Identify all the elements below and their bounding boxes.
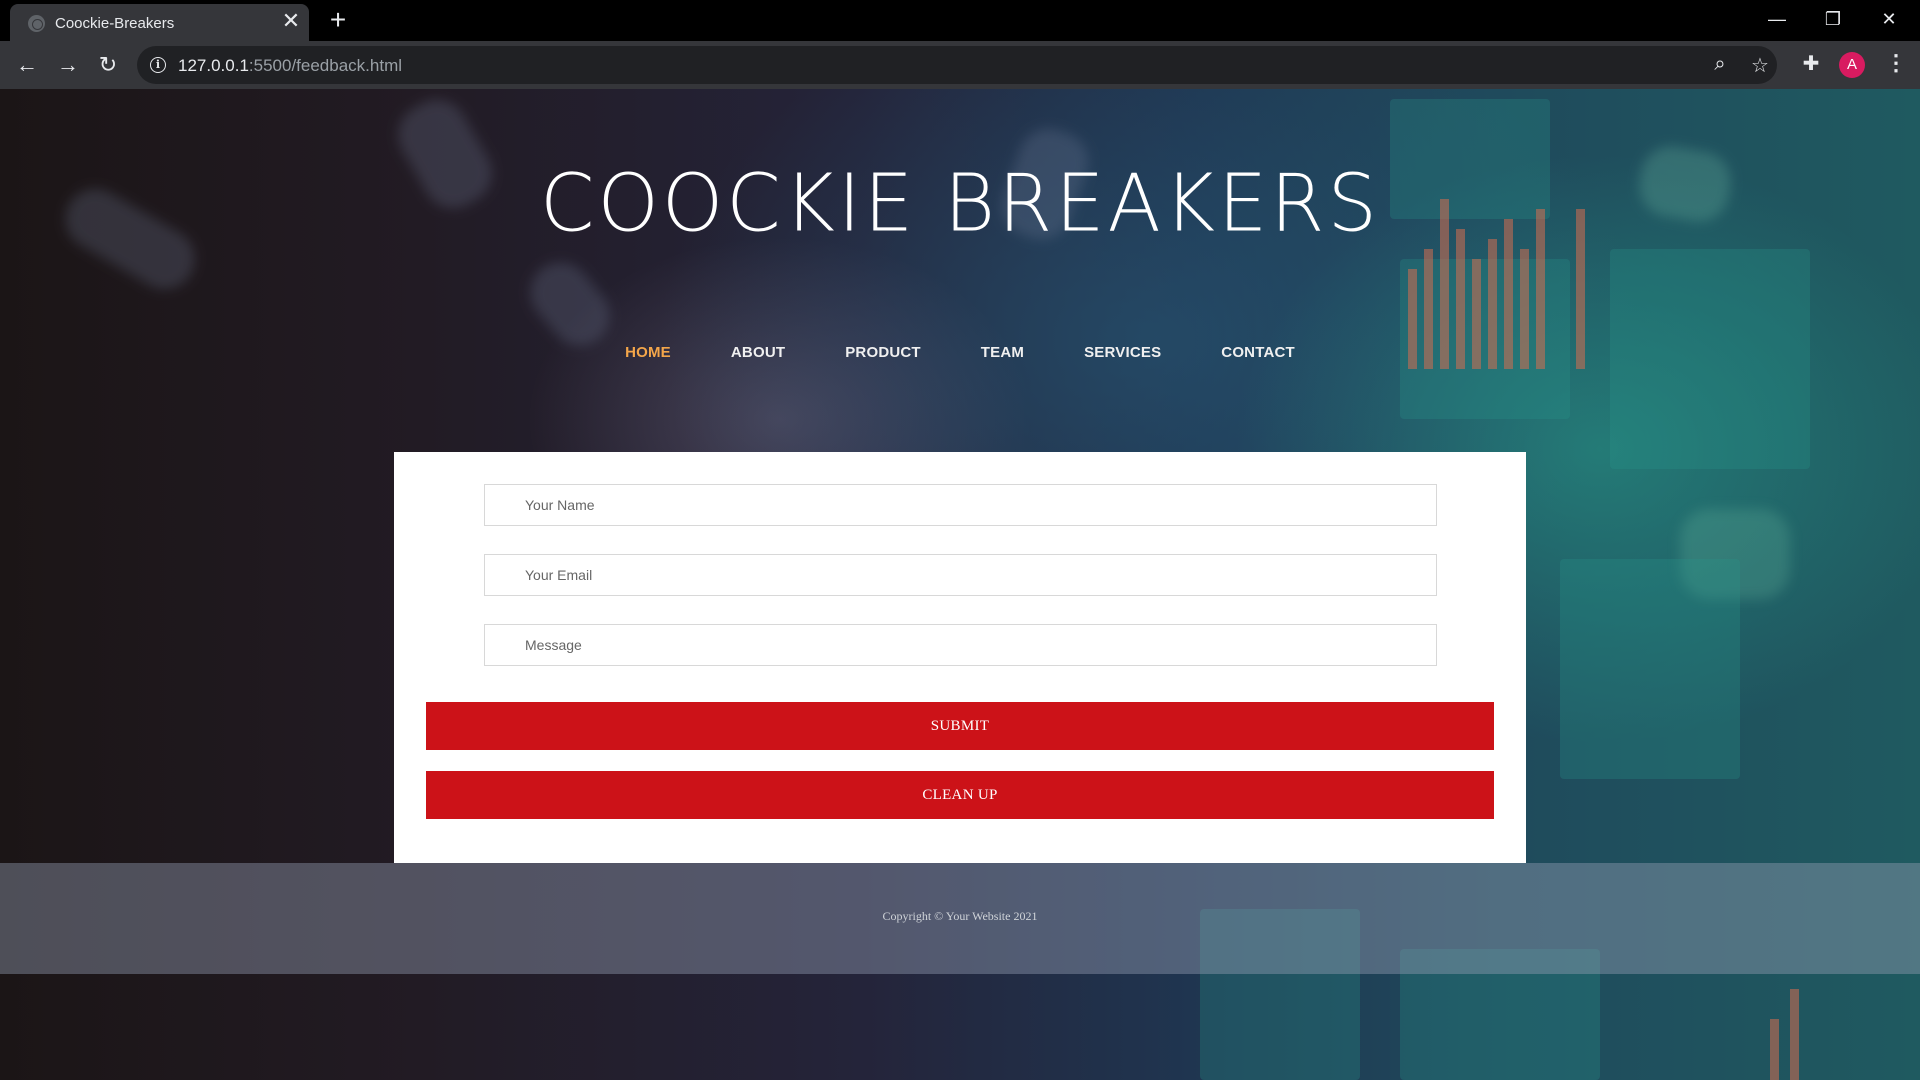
- page-viewport: COOCKIE BREAKERS HOME ABOUT PRODUCT TEAM SER…: [0, 89, 1920, 1080]
- url-host: 127.0.0.1: [178, 56, 249, 75]
- browser-tab-strip: Coockie-Breakers ✕ + — ❐ ✕: [0, 0, 1920, 41]
- feedback-form: SUBMIT CLEAN UP: [394, 452, 1526, 863]
- profile-avatar[interactable]: A: [1839, 52, 1865, 78]
- tab-title: Coockie-Breakers: [55, 15, 175, 32]
- background-decoration: [518, 250, 622, 358]
- zoom-icon[interactable]: ⌕: [1708, 53, 1732, 76]
- browser-tab[interactable]: Coockie-Breakers ✕: [10, 4, 309, 41]
- url-text: 127.0.0.1:5500/feedback.html: [178, 56, 402, 76]
- reload-icon[interactable]: ↻: [92, 49, 124, 81]
- menu-kebab-icon[interactable]: ⋮: [1885, 50, 1907, 76]
- nav-about[interactable]: ABOUT: [731, 344, 785, 361]
- back-icon[interactable]: ←: [11, 49, 43, 81]
- browser-toolbar: ← → ↻ i 127.0.0.1:5500/feedback.html ⌕ ☆…: [0, 41, 1920, 89]
- restore-icon[interactable]: ❐: [1810, 4, 1856, 34]
- new-tab-icon[interactable]: +: [324, 5, 352, 35]
- minimize-icon[interactable]: —: [1754, 4, 1800, 34]
- site-title-text: COOCKIE BREAKERS: [540, 158, 1380, 250]
- nav-contact[interactable]: CONTACT: [1221, 344, 1295, 361]
- copyright-text: Copyright © Your Website 2021: [882, 909, 1038, 923]
- background-decoration: [1790, 989, 1799, 1080]
- name-input[interactable]: [484, 484, 1437, 526]
- nav-team[interactable]: TEAM: [981, 344, 1024, 361]
- background-decoration: [1560, 559, 1740, 779]
- nav-home[interactable]: HOME: [625, 344, 671, 361]
- extensions-icon[interactable]: ✚: [1797, 51, 1825, 76]
- bookmark-star-icon[interactable]: ☆: [1748, 53, 1772, 78]
- site-title: COOCKIE BREAKERS: [0, 158, 1920, 250]
- main-nav: HOME ABOUT PRODUCT TEAM SERVICES CONTACT: [0, 344, 1920, 362]
- site-info-icon[interactable]: i: [150, 57, 166, 73]
- window-close-icon[interactable]: ✕: [1866, 4, 1912, 34]
- tab-close-icon[interactable]: ✕: [280, 10, 302, 32]
- forward-icon[interactable]: →: [52, 49, 84, 81]
- nav-services[interactable]: SERVICES: [1084, 344, 1161, 361]
- favicon-globe-icon: [28, 15, 45, 32]
- nav-product[interactable]: PRODUCT: [845, 344, 921, 361]
- background-decoration: [1770, 1019, 1779, 1080]
- page-footer: Copyright © Your Website 2021: [0, 863, 1920, 974]
- address-bar[interactable]: i 127.0.0.1:5500/feedback.html ⌕ ☆: [137, 46, 1777, 84]
- clean-up-button[interactable]: CLEAN UP: [426, 771, 1494, 819]
- message-input[interactable]: [484, 624, 1437, 666]
- email-input[interactable]: [484, 554, 1437, 596]
- url-path: :5500/feedback.html: [248, 56, 403, 75]
- submit-button[interactable]: SUBMIT: [426, 702, 1494, 750]
